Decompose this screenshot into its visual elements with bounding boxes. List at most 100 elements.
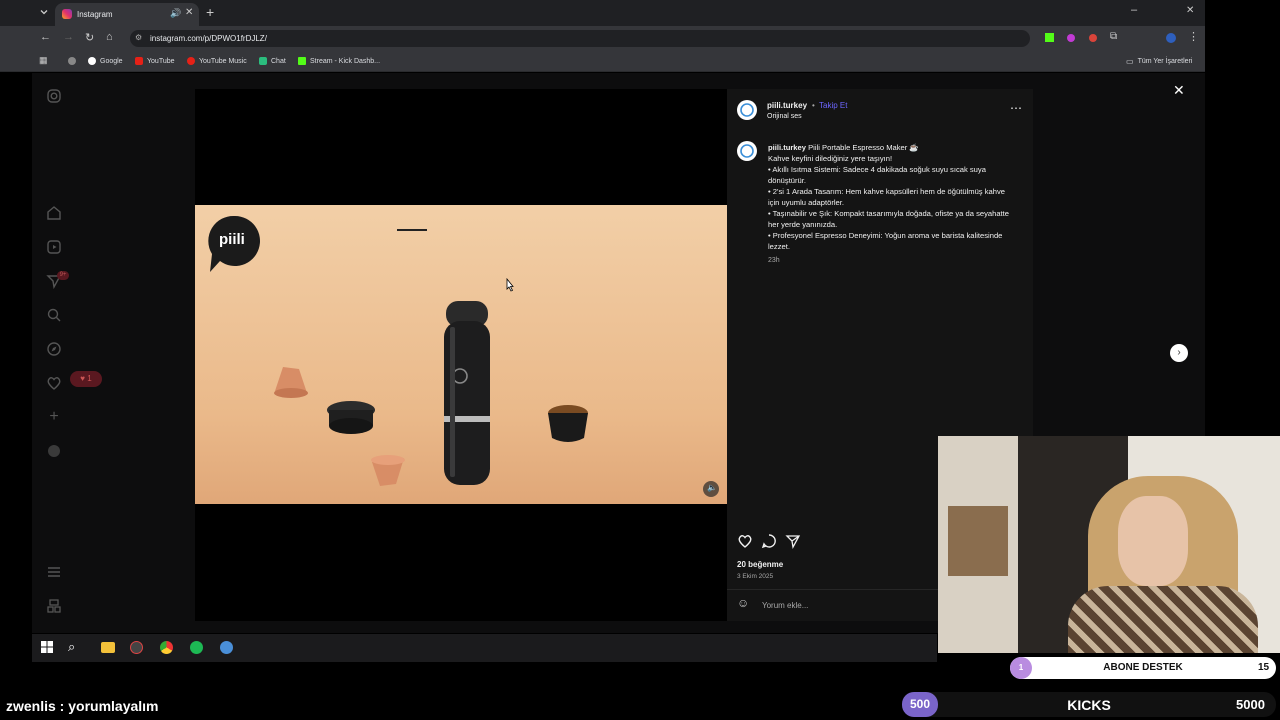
address-bar[interactable]: ⚙ instagram.com/p/DPWO1frDJLZ/ — [130, 30, 1030, 47]
caption-line: • Taşınabilir ve Şık: Kompakt tasarımıyl… — [768, 209, 1010, 229]
bookmark-kick[interactable]: Stream - Kick Dashb... — [298, 57, 380, 65]
close-tab-icon[interactable]: ✕ — [185, 7, 193, 18]
taskbar-search-icon[interactable]: ⌕ — [68, 639, 75, 655]
home-nav-icon[interactable] — [46, 205, 62, 221]
likes-count[interactable]: 20 beğenme — [737, 559, 783, 570]
caption-title: Piili Portable Espresso Maker ☕ — [808, 143, 919, 152]
notification-badge: 9+ — [57, 271, 69, 280]
explore-nav-icon[interactable] — [46, 341, 62, 357]
comment-icon[interactable] — [761, 533, 777, 549]
kicks-goal-label: KICKS — [1067, 697, 1111, 713]
heart-icon: ♥ — [80, 374, 86, 383]
video-dash — [397, 229, 427, 231]
post-video[interactable]: piili 🔈 — [195, 205, 727, 504]
reload-icon[interactable]: ↻ — [85, 31, 94, 44]
tab-search-icon[interactable] — [39, 7, 49, 17]
coffee-capsule-image — [368, 452, 408, 490]
all-bookmarks[interactable]: ▭ Tüm Yer İşaretleri — [1126, 57, 1192, 66]
youtube-icon — [135, 57, 143, 65]
more-options-icon[interactable]: ⋯ — [1010, 102, 1022, 114]
chat-icon — [259, 57, 267, 65]
create-plus-icon[interactable]: + — [46, 409, 62, 425]
app-icon[interactable] — [220, 641, 233, 654]
windows-taskbar: ⌕ — [32, 634, 937, 662]
file-explorer-icon[interactable] — [101, 642, 115, 653]
apps-grid-icon[interactable]: ▦ — [39, 55, 48, 66]
bookmarks-bar: ▦ Google YouTube YouTube Music Chat Stre… — [0, 50, 1205, 72]
forward-icon[interactable]: → — [63, 31, 74, 43]
search-nav-icon[interactable] — [46, 307, 62, 323]
chat-username: zwenlis — [6, 698, 56, 714]
mute-button[interactable]: 🔈 — [703, 481, 719, 497]
ground-coffee-adapter-image — [544, 402, 592, 446]
meta-threads-icon[interactable] — [46, 598, 62, 614]
instagram-favicon-icon — [62, 9, 72, 19]
follow-button[interactable]: Takip Et — [819, 100, 847, 111]
webcam-overlay — [938, 436, 1280, 653]
extension-icon[interactable] — [1089, 34, 1097, 42]
espresso-maker-image — [438, 301, 494, 487]
subscriber-goal-bar: 1 ABONE DESTEK 15 — [1010, 657, 1276, 679]
kick-icon — [298, 57, 306, 65]
caption-line: • Akıllı Isıtma Sistemi: Sadece 4 dakika… — [768, 165, 986, 185]
speaker-icon: 🔈 — [707, 483, 717, 492]
bookmark-icon[interactable] — [68, 57, 76, 65]
kick-extension-icon[interactable] — [1045, 33, 1054, 42]
like-heart-icon[interactable] — [737, 533, 753, 549]
likes-badge: ♥ 1 — [70, 371, 102, 387]
menu-kebab-icon[interactable]: ⋮ — [1188, 30, 1199, 43]
spotify-icon[interactable] — [190, 641, 203, 654]
notifications-heart-icon[interactable] — [46, 375, 62, 391]
author-username[interactable]: piili.turkey — [767, 100, 807, 111]
bookmark-youtube[interactable]: YouTube — [135, 57, 175, 65]
instagram-logo-icon[interactable] — [46, 88, 62, 104]
new-tab-icon[interactable]: + — [206, 4, 214, 20]
youtube-music-icon — [187, 57, 195, 65]
caption-line: Kahve keyfini dilediğiniz yere taşıyın! — [768, 154, 893, 163]
close-window-icon[interactable]: ✕ — [1186, 5, 1194, 16]
separator: • — [812, 101, 815, 110]
caption-line: • 2'si 1 Arada Tasarım: Hem kahve kapsül… — [768, 187, 1005, 207]
kicks-goal-target: 5000 — [1236, 697, 1265, 712]
comment-input[interactable]: Yorum ekle... — [762, 600, 808, 611]
capsule-adapter-image — [323, 398, 379, 442]
url-text: instagram.com/p/DPWO1frDJLZ/ — [150, 34, 267, 43]
chat-message: zwenlis : yorumlayalım — [6, 698, 159, 714]
piili-logo: piili — [208, 214, 263, 276]
minimize-icon[interactable]: – — [1131, 4, 1137, 16]
mouse-cursor-icon — [505, 278, 515, 292]
audio-label[interactable]: Orijinal ses — [767, 111, 802, 122]
extensions-puzzle-icon[interactable]: ⧉ — [1110, 31, 1117, 42]
reels-nav-icon[interactable] — [46, 239, 62, 255]
chrome-icon[interactable] — [160, 641, 173, 654]
coffee-capsule-image — [271, 363, 311, 401]
streamer-face-image — [1118, 496, 1188, 586]
tab-strip: Instagram 🔊 ✕ + – ✕ — [0, 0, 1205, 26]
google-icon — [88, 57, 96, 65]
bookmark-google[interactable]: Google — [88, 57, 123, 65]
extension-icon[interactable] — [1067, 34, 1075, 42]
site-info-icon[interactable]: ⚙ — [135, 33, 142, 42]
next-post-button[interactable]: › — [1170, 344, 1188, 362]
post-date: 3 Ekim 2025 — [737, 573, 774, 580]
author-avatar[interactable] — [737, 100, 757, 120]
profile-avatar-nav[interactable] — [46, 443, 62, 459]
share-icon[interactable] — [785, 533, 801, 549]
chat-text: : yorumlayalım — [55, 698, 159, 714]
folder-icon: ▭ — [1126, 57, 1134, 66]
more-menu-icon[interactable] — [46, 564, 62, 580]
bookmark-chat[interactable]: Chat — [259, 57, 286, 65]
tab-instagram[interactable]: Instagram 🔊 ✕ — [55, 3, 199, 26]
speaker-icon[interactable]: 🔊 — [170, 8, 181, 19]
back-icon[interactable]: ← — [40, 31, 51, 43]
profile-avatar[interactable] — [1166, 33, 1176, 43]
emoji-icon[interactable]: ☺ — [737, 597, 749, 609]
chevron-right-icon: › — [1177, 347, 1181, 358]
bookmark-youtube-music[interactable]: YouTube Music — [187, 57, 247, 65]
app-icon[interactable] — [130, 641, 143, 654]
caption-author[interactable]: piili.turkey — [768, 143, 806, 152]
close-modal-icon[interactable]: ✕ — [1173, 82, 1185, 99]
home-icon[interactable]: ⌂ — [106, 31, 113, 43]
windows-start-icon[interactable] — [41, 641, 53, 653]
caption-avatar[interactable] — [737, 141, 757, 161]
